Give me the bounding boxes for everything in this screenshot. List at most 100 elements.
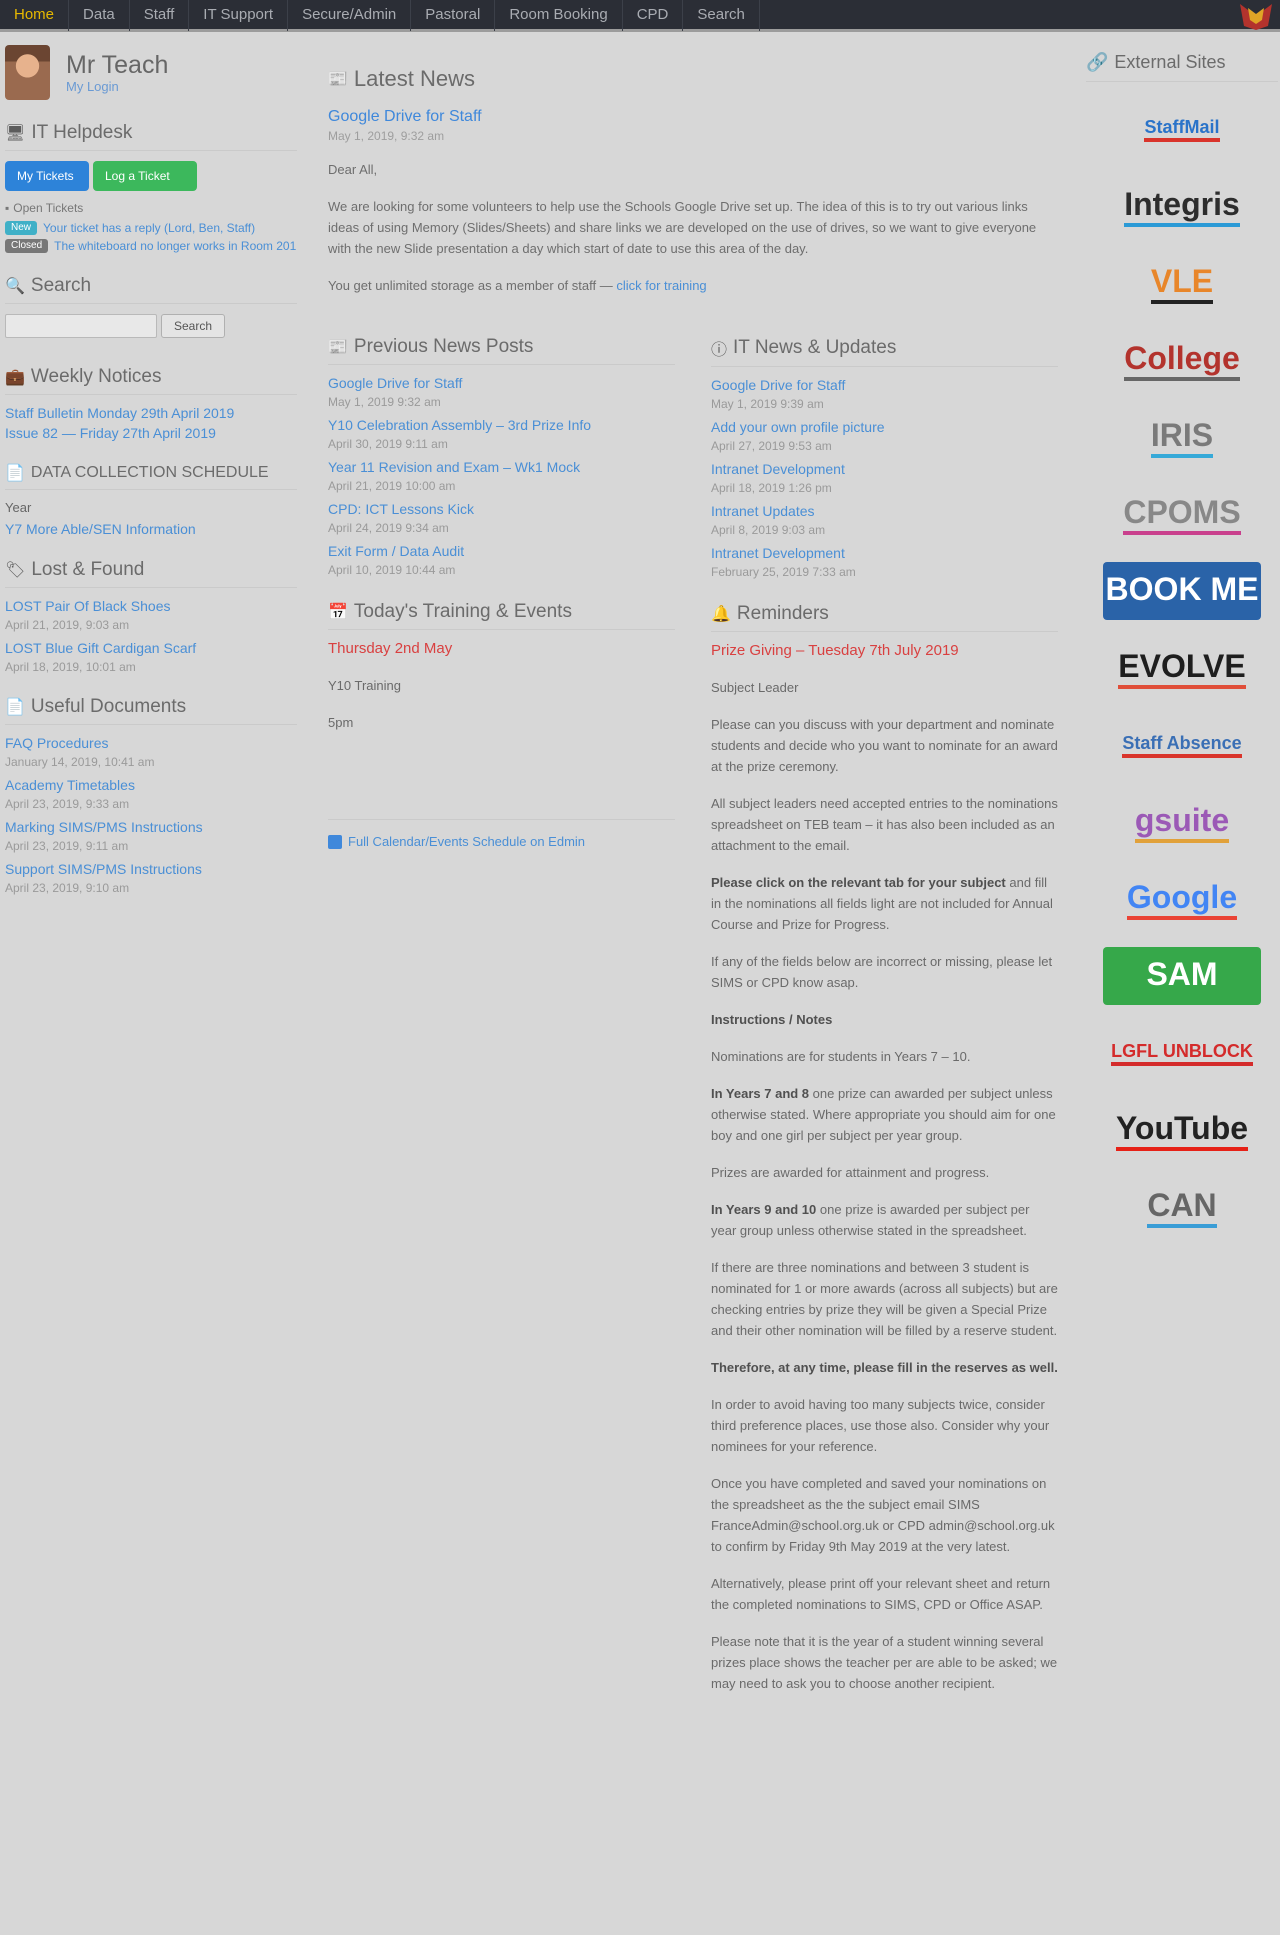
logo-text: LGFL UNBLOCK xyxy=(1111,1041,1253,1066)
reminder-text: All subject leaders need accepted entrie… xyxy=(711,796,1058,853)
external-logo-evolve[interactable]: EVOLVE xyxy=(1103,639,1261,697)
external-logo-college[interactable]: College xyxy=(1103,331,1261,389)
external-logo-integris[interactable]: Integris xyxy=(1103,177,1261,235)
nav-item-it-support[interactable]: IT Support xyxy=(189,0,289,31)
news-headline-link[interactable]: Google Drive for Staff xyxy=(328,108,1058,126)
external-logo-lgfl-unblock[interactable]: LGFL UNBLOCK xyxy=(1103,1024,1261,1082)
external-logo-iris[interactable]: IRIS xyxy=(1103,408,1261,466)
document-link[interactable]: FAQ Procedures xyxy=(5,735,297,751)
reminder-text: Once you have completed and saved your n… xyxy=(711,1476,1055,1554)
it-news-date: April 27, 2019 9:53 am xyxy=(711,439,832,453)
document-date: April 23, 2019, 9:10 am xyxy=(5,881,130,895)
nav-item-data[interactable]: Data xyxy=(69,0,130,31)
lost-found-date: April 21, 2019, 9:03 am xyxy=(5,618,130,632)
data-collection-link[interactable]: Y7 More Able/SEN Information xyxy=(5,521,297,537)
open-tickets-label: Open Tickets xyxy=(13,201,84,215)
document-link[interactable]: Support SIMS/PMS Instructions xyxy=(5,861,297,877)
computer-icon: 🖥 xyxy=(5,125,26,142)
external-logo-can[interactable]: CAN xyxy=(1103,1178,1261,1236)
post-link[interactable]: Y10 Celebration Assembly – 3rd Prize Inf… xyxy=(328,417,675,433)
user-login-link[interactable]: My Login xyxy=(66,79,168,94)
search-input[interactable] xyxy=(5,314,157,338)
search-button[interactable]: Search xyxy=(161,314,225,338)
calendar-icon: 📅 xyxy=(328,604,348,621)
lost-found-link[interactable]: LOST Blue Gift Cardigan Scarf xyxy=(5,640,297,656)
reminder-text: Please can you discuss with your departm… xyxy=(711,717,1058,774)
latest-news-section: 📰 Latest News Google Drive for Staff May … xyxy=(328,66,1058,296)
log-ticket-button[interactable]: Log a Ticket xyxy=(93,161,197,191)
document-link[interactable]: Academy Timetables xyxy=(5,777,297,793)
external-logo-staff-absence[interactable]: Staff Absence xyxy=(1103,716,1261,774)
documents-section: 📄 Useful Documents FAQ Procedures January… xyxy=(5,696,297,895)
post-link[interactable]: CPD: ICT Lessons Kick xyxy=(328,501,675,517)
data-collection-section: 📄 DATA COLLECTION SCHEDULE Year Y7 More A… xyxy=(5,463,297,537)
external-logo-cpoms[interactable]: CPOMS xyxy=(1103,485,1261,543)
newspaper-icon: 📰 xyxy=(328,71,348,88)
documents-title: Useful Documents xyxy=(30,696,187,717)
nav-item-room-booking[interactable]: Room Booking xyxy=(495,0,623,31)
it-news-link[interactable]: Intranet Development xyxy=(711,461,1058,477)
document-icon: 📄 xyxy=(5,699,25,716)
ticket-item[interactable]: New Your ticket has a reply (Lord, Ben, S… xyxy=(5,221,297,235)
external-logo-sam[interactable]: SAM xyxy=(1103,947,1261,1005)
nav-item-staff[interactable]: Staff xyxy=(130,0,190,31)
external-sites-title: External Sites xyxy=(1114,52,1226,72)
post-link[interactable]: Year 11 Revision and Exam – Wk1 Mock xyxy=(328,459,675,475)
reminder-paragraph: Once you have completed and saved your n… xyxy=(711,1473,1058,1557)
external-logo-youtube[interactable]: YouTube xyxy=(1103,1101,1261,1159)
reminder-text: If any of the fields below are incorrect… xyxy=(711,954,1053,990)
logo-text: gsuite xyxy=(1134,802,1230,843)
avatar[interactable] xyxy=(5,45,50,100)
newspaper-icon: 📰 xyxy=(328,339,348,356)
it-news-link[interactable]: Intranet Development xyxy=(711,545,1058,561)
reminders-section: 🔔 Reminders Prize Giving – Tuesday 7th Ju… xyxy=(711,603,1058,1694)
nav-item-search[interactable]: Search xyxy=(683,0,760,31)
document-date: January 14, 2019, 10:41 am xyxy=(5,755,155,769)
search-section: 🔍 Search Search xyxy=(5,275,297,338)
it-news-link[interactable]: Intranet Updates xyxy=(711,503,1058,519)
news-footer-text: You get unlimited storage as a member of… xyxy=(328,278,613,293)
full-calendar-link[interactable]: Full Calendar/Events Schedule on Edmin xyxy=(348,834,585,849)
news-footer-link[interactable]: click for training xyxy=(616,278,706,293)
nav-item-cpd[interactable]: CPD xyxy=(623,0,684,31)
it-news-link[interactable]: Add your own profile picture xyxy=(711,419,1058,435)
ticket-link[interactable]: The whiteboard no longer works in Room 2… xyxy=(54,239,296,253)
tag-icon: 🏷 xyxy=(5,562,26,579)
lost-found-link[interactable]: LOST Pair Of Black Shoes xyxy=(5,598,297,614)
school-crest-icon[interactable] xyxy=(1238,2,1274,30)
nav-item-home[interactable]: Home xyxy=(0,0,70,31)
external-logo-staffmail[interactable]: StaffMail xyxy=(1103,100,1261,158)
search-title: Search xyxy=(30,275,92,296)
tag-icon: ▪ xyxy=(5,201,10,215)
reminder-text: If there are three nominations and betwe… xyxy=(711,1260,1058,1338)
nav-item-pastoral[interactable]: Pastoral xyxy=(411,0,496,31)
nav-item-secure-admin[interactable]: Secure/Admin xyxy=(288,0,412,31)
ticket-badge: Closed xyxy=(5,239,49,253)
ticket-link[interactable]: Your ticket has a reply (Lord, Ben, Staf… xyxy=(43,221,255,235)
reminder-paragraph: All subject leaders need accepted entrie… xyxy=(711,793,1058,856)
external-logo-book-me[interactable]: BOOK ME xyxy=(1103,562,1261,620)
post-link[interactable]: Google Drive for Staff xyxy=(328,375,675,391)
reminder-paragraph: Therefore, at any time, please fill in t… xyxy=(711,1357,1058,1378)
notice-link[interactable]: Issue 82 — Friday 27th April 2019 xyxy=(5,425,297,441)
notice-link[interactable]: Staff Bulletin Monday 29th April 2019 xyxy=(5,405,297,421)
it-news-date: April 18, 2019 1:26 pm xyxy=(711,481,832,495)
top-navbar: Home Data Staff IT Support Secure/Admin Pasto… xyxy=(0,0,1280,32)
logo-list: StaffMail Integris VLE College IRIS CPOMS BOOK… xyxy=(1086,100,1278,1236)
post-link[interactable]: Exit Form / Data Audit xyxy=(328,543,675,559)
external-logo-google[interactable]: Google xyxy=(1103,870,1261,928)
document-date: April 23, 2019, 9:33 am xyxy=(5,797,130,811)
logo-text: Google xyxy=(1126,879,1238,920)
external-logo-vle[interactable]: VLE xyxy=(1103,254,1261,312)
ticket-item[interactable]: Closed The whiteboard no longer works in … xyxy=(5,239,297,253)
logo-text: College xyxy=(1124,340,1240,381)
logo-text: StaffMail xyxy=(1144,117,1220,142)
logo-text: SAM xyxy=(1146,956,1218,997)
reminder-list: Subject Leader Please can you discuss wit… xyxy=(711,677,1058,1694)
it-news-link[interactable]: Google Drive for Staff xyxy=(711,377,1058,393)
my-tickets-button[interactable]: My Tickets xyxy=(5,161,89,191)
document-link[interactable]: Marking SIMS/PMS Instructions xyxy=(5,819,297,835)
search-icon: 🔍 xyxy=(5,278,25,295)
training-section: 📅 Today's Training & Events Thursday 2nd … xyxy=(328,601,675,849)
external-logo-gsuite[interactable]: gsuite xyxy=(1103,793,1261,851)
